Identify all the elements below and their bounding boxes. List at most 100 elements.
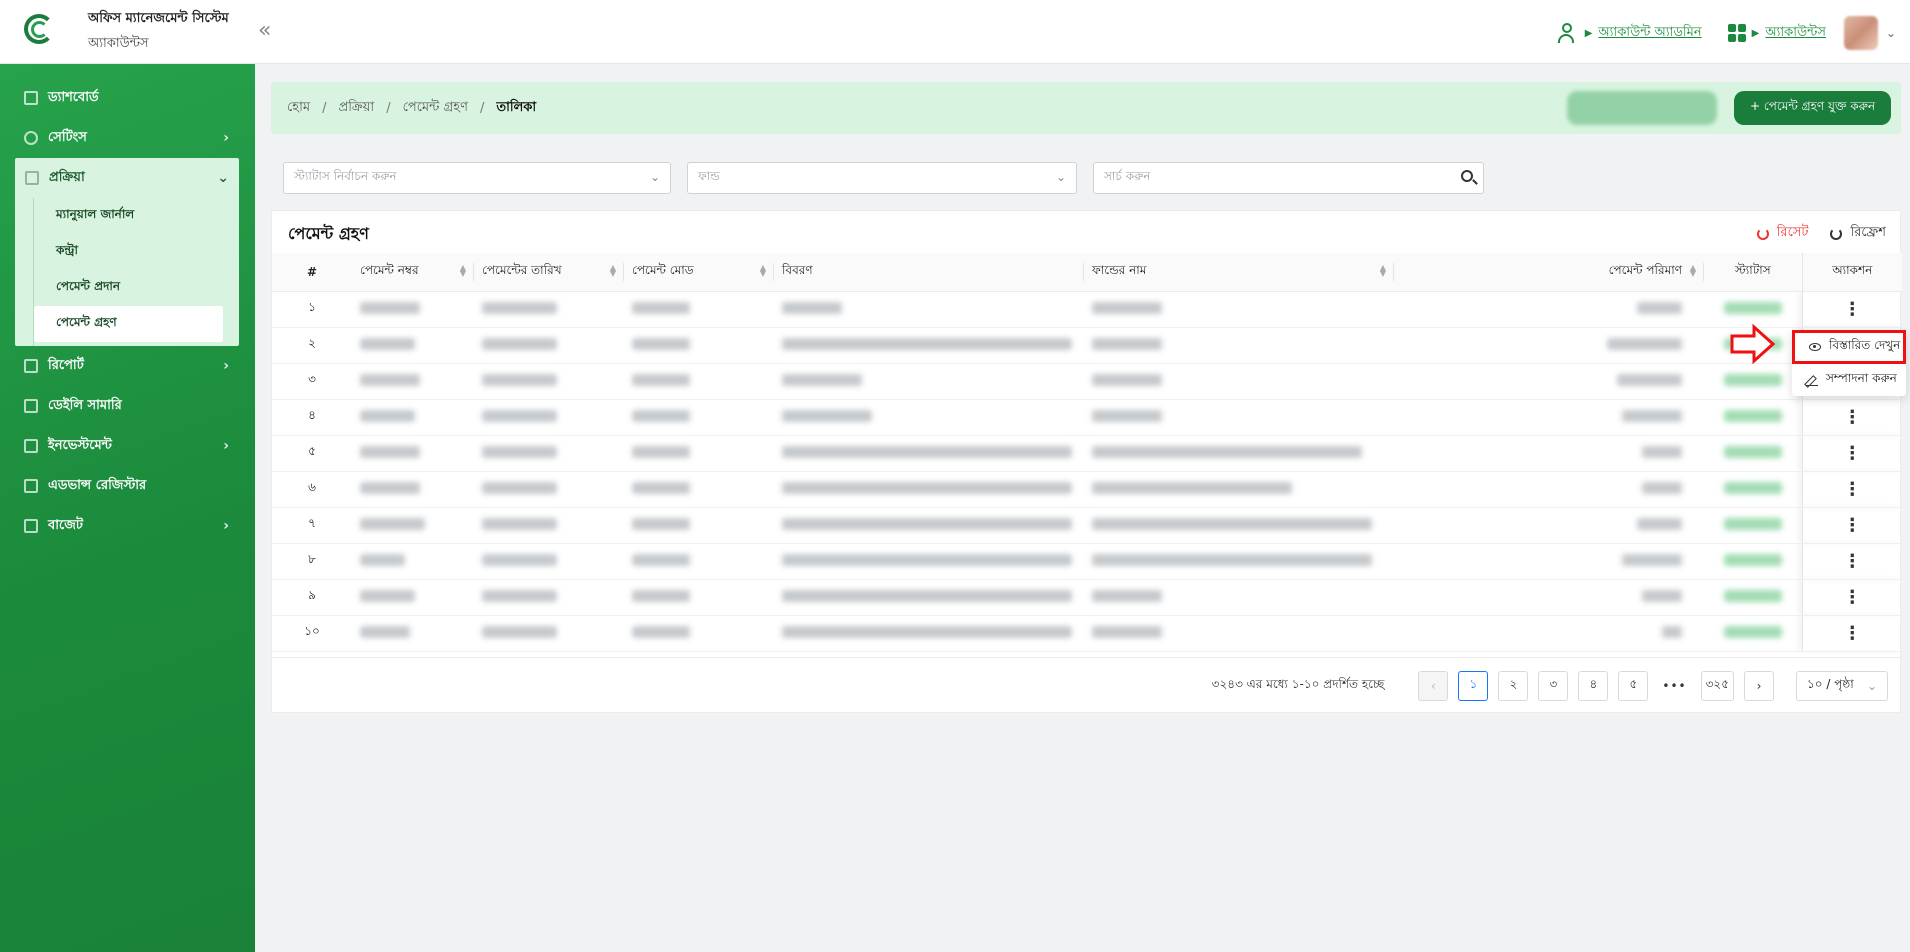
col-payment-number[interactable]: পেমেন্ট নম্বর ▲ ▼ — [352, 253, 474, 292]
app-subtitle: অ্যাকাউন্টস — [88, 35, 149, 51]
col-amount[interactable]: পেমেন্ট পরিমাণ ▲ ▼ — [1394, 253, 1704, 292]
account-admin-link[interactable]: ▶ অ্যাকাউন্ট অ্যাডমিন — [1557, 22, 1702, 44]
row-actions-kebab-icon[interactable]: ⋮ — [1801, 579, 1902, 616]
process-icon — [25, 171, 39, 185]
search-input[interactable]: সার্চ করুন — [1093, 162, 1484, 194]
add-payment-received-button[interactable]: + পেমেন্ট গ্রহণ যুক্ত করুন — [1734, 91, 1892, 125]
row-actions-kebab-icon[interactable]: ⋮ — [1801, 399, 1902, 436]
page-button[interactable]: ২ — [1498, 670, 1529, 701]
cell-payment-number — [352, 435, 474, 472]
cell-payment-number — [352, 399, 474, 436]
cell-payment-date — [474, 543, 624, 580]
table-row[interactable]: ২⋮ — [272, 327, 1902, 364]
cell-payment-mode — [624, 363, 774, 400]
refresh-icon — [1830, 227, 1843, 240]
brand[interactable]: অফিস ম্যানেজমেন্ট সিস্টেম অ্যাকাউন্টস — [0, 9, 255, 55]
caret-right-icon: ▶ — [1584, 27, 1593, 39]
sidebar-item-process[interactable]: প্রক্রিয়া ⌄ — [15, 158, 239, 198]
breadcrumb-payment-received[interactable]: পেমেন্ট গ্রহণ — [403, 98, 468, 119]
status-select[interactable]: স্ট্যাটাস নির্বাচন করুন ⌄ — [283, 162, 671, 194]
report-icon — [24, 359, 38, 373]
row-actions-kebab-icon[interactable]: ⋮ — [1801, 471, 1902, 508]
sidebar-item-label: রিপোর্ট — [48, 357, 84, 373]
table-row[interactable]: ৫ ⋮ — [272, 435, 1902, 472]
row-actions-kebab-icon[interactable]: ⋮ — [1801, 435, 1902, 472]
search-icon[interactable] — [1461, 170, 1473, 182]
avatar[interactable] — [1843, 16, 1878, 50]
sidebar-subitem-contra[interactable]: কন্ট্রা — [34, 234, 239, 270]
sidebar-item-label: প্রক্রিয়া — [49, 169, 85, 185]
table-row[interactable]: ৮ ⋮ — [272, 543, 1902, 580]
reset-icon — [1756, 227, 1769, 240]
caret-right-icon: ▶ — [1751, 27, 1760, 39]
next-page-button[interactable]: › — [1744, 670, 1774, 701]
table-row[interactable]: ৬ ⋮ — [272, 471, 1902, 508]
sidebar-item-investment[interactable]: ইনভেস্টমেন্ট › — [0, 426, 255, 466]
page-button[interactable]: ৩ — [1538, 670, 1569, 701]
table-row[interactable]: ৯ ⋮ — [272, 579, 1902, 616]
sidebar-item-daily-summary[interactable]: ডেইলি সামারি — [0, 386, 255, 426]
row-actions-kebab-icon[interactable]: ⋮ — [1801, 507, 1902, 544]
row-actions-kebab-icon[interactable]: ⋮ — [1801, 543, 1902, 580]
sidebar-item-settings[interactable]: সেটিংস › — [0, 118, 255, 158]
account-admin-label[interactable]: অ্যাকাউন্ট অ্যাডমিন — [1598, 23, 1701, 44]
cell-amount — [1394, 363, 1704, 400]
chevron-right-icon: › — [223, 518, 229, 534]
cell-description — [774, 615, 1084, 652]
col-action: অ্যাকশন — [1801, 253, 1902, 292]
sort-icon: ▲ ▼ — [1689, 263, 1696, 278]
cell-payment-date — [474, 579, 624, 616]
apps-grid-icon — [1727, 24, 1746, 42]
module-switch-link[interactable]: ▶ অ্যাকাউন্টস — [1727, 23, 1826, 44]
sidebar-item-budget[interactable]: বাজেট › — [0, 506, 255, 546]
page-button[interactable]: ৪ — [1578, 670, 1609, 701]
page-button[interactable]: ১ — [1458, 670, 1489, 701]
row-actions-kebab-icon[interactable]: ⋮ — [1801, 615, 1902, 652]
table-row[interactable]: ১ ⋮ — [272, 291, 1902, 328]
last-page-button[interactable]: ৩২৫ — [1700, 670, 1734, 701]
col-fund-name[interactable]: ফান্ডের নাম ▲ ▼ — [1084, 253, 1394, 292]
reset-label: রিসেট — [1776, 225, 1809, 240]
filter-bar: স্ট্যাটাস নির্বাচন করুন ⌄ ফান্ড ⌄ সার্চ … — [283, 162, 1500, 194]
cell-amount — [1394, 435, 1704, 472]
blurred-button[interactable] — [1567, 91, 1717, 125]
sidebar-item-dashboard[interactable]: ড্যাশবোর্ড — [0, 78, 255, 118]
sidebar-item-report[interactable]: রিপোর্ট › — [0, 346, 255, 386]
view-details-menu-item[interactable]: বিস্তারিত দেখুন — [1792, 330, 1906, 364]
row-actions-kebab-icon[interactable]: ⋮ — [1801, 291, 1902, 328]
page-ellipsis[interactable]: ••• — [1658, 670, 1691, 701]
cell-payment-mode — [624, 435, 774, 472]
sidebar-item-advance-register[interactable]: এডভান্স রেজিস্টার — [0, 466, 255, 506]
prev-page-button[interactable]: ‹ — [1418, 670, 1449, 701]
collapse-sidebar-icon[interactable]: « — [258, 18, 271, 43]
user-switch-icon — [1557, 22, 1579, 44]
breadcrumb-home[interactable]: হোম — [287, 98, 310, 119]
table-row[interactable]: ৭ ⋮ — [272, 507, 1902, 544]
cell-description — [774, 399, 1084, 436]
edit-menu-item[interactable]: সম্পাদনা করুন — [1792, 364, 1906, 396]
table-row[interactable]: ১০ ⋮ — [272, 615, 1902, 652]
fund-select[interactable]: ফান্ড ⌄ — [687, 162, 1077, 194]
module-label[interactable]: অ্যাকাউন্টস — [1765, 23, 1826, 44]
row-index: ২ — [272, 327, 352, 364]
breadcrumb-process[interactable]: প্রক্রিয়া — [338, 98, 374, 119]
table-row[interactable]: ৩⋮ — [272, 363, 1902, 400]
chevron-right-icon: › — [223, 358, 229, 374]
sidebar-subitem-manual-journal[interactable]: ম্যানুয়াল জার্নাল — [34, 198, 239, 234]
cell-status — [1704, 507, 1802, 544]
row-index: ১০ — [272, 615, 352, 652]
sidebar-item-label: ডেইলি সামারি — [48, 397, 122, 413]
summary-icon — [24, 399, 38, 413]
refresh-button[interactable]: রিফ্রেশ — [1830, 223, 1886, 244]
col-payment-date[interactable]: পেমেন্টের তারিখ ▲ ▼ — [474, 253, 624, 292]
table-row[interactable]: ৪ ⋮ — [272, 399, 1902, 436]
sidebar-subitem-payment-given[interactable]: পেমেন্ট প্রদান — [34, 270, 239, 306]
page-button[interactable]: ৫ — [1618, 670, 1649, 701]
reset-button[interactable]: রিসেট — [1756, 223, 1809, 244]
row-index: ১ — [272, 291, 352, 328]
chevron-down-icon[interactable]: ⌄ — [1886, 26, 1896, 40]
col-payment-mode[interactable]: পেমেন্ট মোড ▲ ▼ — [624, 253, 774, 292]
page-size-select[interactable]: ১০ / পৃষ্ঠা ⌄ — [1796, 670, 1888, 701]
sidebar-subitem-payment-received[interactable]: পেমেন্ট গ্রহণ — [34, 306, 223, 342]
cell-payment-mode — [624, 471, 774, 508]
